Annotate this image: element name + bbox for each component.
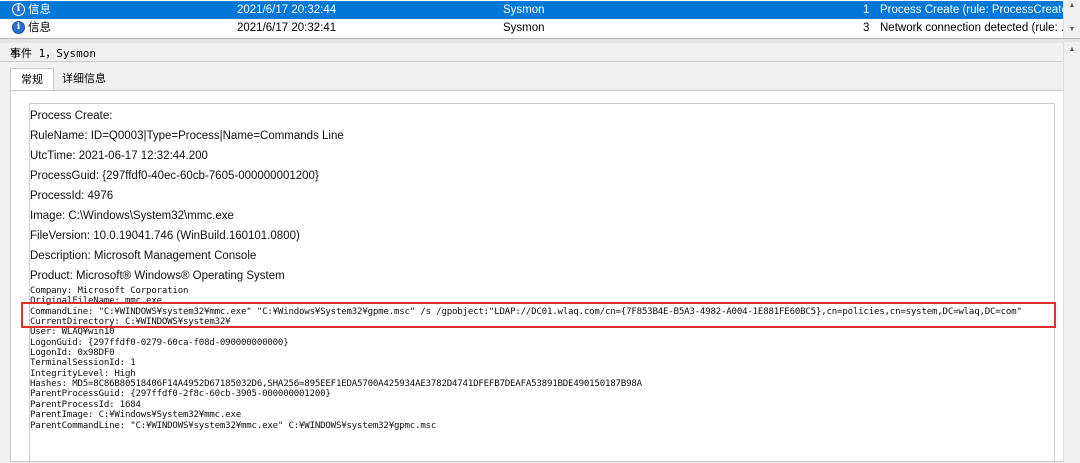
event-list: i 信息 2021/6/17 20:32:44 Sysmon 1 Process… [0,0,1080,38]
event-source: Sysmon [503,22,545,34]
scroll-down-icon[interactable]: ▼ [1064,26,1080,33]
detail-line: ParentCommandLine: "C:¥WINDOWS¥system32¥… [30,421,437,431]
info-icon: i [12,21,25,34]
event-id: 1 [863,4,870,16]
detail-line: Product: Microsoft® Windows® Operating S… [30,270,285,282]
detail-line: Image: C:\Windows\System32\mmc.exe [30,210,234,222]
info-icon: i [12,3,25,16]
detail-line: User: WLAQ¥win10 [30,327,115,337]
event-detail-header: 事件 1，Sysmon × [0,43,1080,62]
event-task: Process Create (rule: ProcessCreate) [880,4,1072,16]
event-source: Sysmon [503,4,545,16]
event-datetime: 2021/6/17 20:32:41 [237,22,337,34]
scroll-up-icon[interactable]: ▲ [1064,46,1080,53]
detail-line: FileVersion: 10.0.19041.746 (WinBuild.16… [30,230,300,242]
detail-line: UtcTime: 2021-06-17 12:32:44.200 [30,150,208,162]
detail-line: LogonId: 0x98DF0 [30,348,115,358]
event-level: 信息 [28,4,51,16]
detail-line: Process Create: [30,110,113,122]
detail-line: ParentProcessGuid: {297ffdf0-2f8c-60cb-3… [30,389,331,399]
close-icon[interactable]: × [10,45,1074,58]
tab-general[interactable]: 常规 [10,68,54,91]
detail-line: ProcessGuid: {297ffdf0-40ec-60cb-7605-00… [30,170,319,182]
detail-line: TerminalSessionId: 1 [30,358,136,368]
detail-line: Description: Microsoft Management Consol… [30,250,257,262]
event-datetime: 2021/6/17 20:32:44 [237,4,337,16]
detail-scrollbar[interactable]: ▲ [1063,42,1080,462]
event-level: 信息 [28,22,51,34]
commandline-highlight-box [21,302,1056,328]
detail-line: ParentImage: C:¥Windows¥System32¥mmc.exe [30,410,241,420]
detail-line: ProcessId: 4976 [30,190,114,202]
tab-details[interactable]: 详细信息 [52,68,116,90]
event-id: 3 [863,22,870,34]
detail-line: Company: Microsoft Corporation [30,286,189,296]
event-list-scrollbar[interactable]: ▲ ▼ [1063,0,1080,38]
detail-line: ParentProcessId: 1684 [30,400,141,410]
detail-line: RuleName: ID=Q0003|Type=Process|Name=Com… [30,130,344,142]
scroll-up-icon[interactable]: ▲ [1064,2,1080,9]
detail-line: Hashes: MD5=8C86B80518406F14A4952D671850… [30,379,642,389]
detail-line: LogonGuid: {297ffdf0-0279-60ca-f08d-0900… [30,338,289,348]
event-row[interactable]: i 信息 2021/6/17 20:32:44 Sysmon 1 Process… [0,1,1072,19]
event-row[interactable]: i 信息 2021/6/17 20:32:41 Sysmon 3 Network… [0,19,1071,37]
event-task: Network connection detected (rule: ... [880,22,1071,34]
detail-line: IntegrityLevel: High [30,369,136,379]
